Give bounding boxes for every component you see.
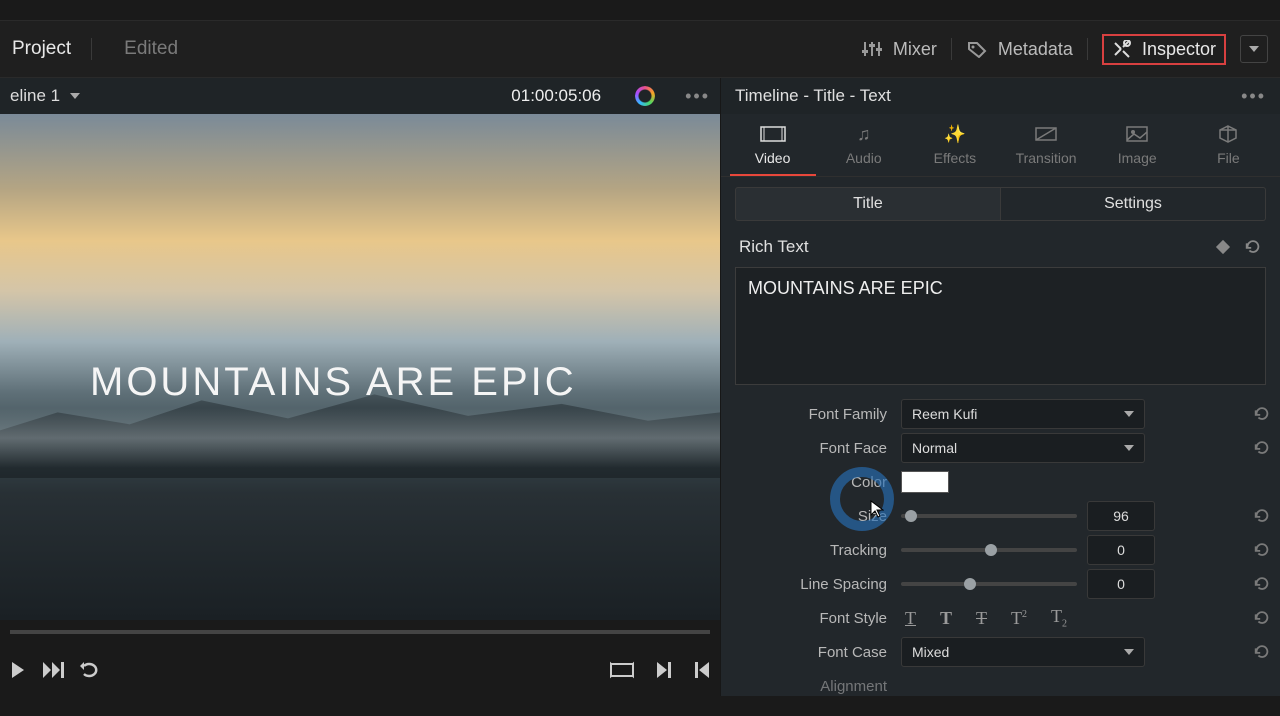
video-icon <box>760 124 786 144</box>
project-title: Project <box>12 38 71 60</box>
safe-area-button[interactable] <box>610 661 634 679</box>
next-button[interactable] <box>42 661 64 679</box>
tab-file[interactable]: File <box>1185 124 1271 176</box>
alignment-label: Alignment <box>721 678 901 695</box>
play-button[interactable] <box>10 661 26 679</box>
section-rich-text[interactable]: Rich Text <box>739 237 809 257</box>
color-label: Color <box>721 474 901 491</box>
cube-icon <box>1218 124 1238 144</box>
font-face-dropdown[interactable]: Normal <box>901 433 1145 463</box>
size-slider[interactable] <box>901 514 1077 518</box>
tab-image-label: Image <box>1118 150 1157 166</box>
scrub-track[interactable] <box>10 630 710 634</box>
font-case-label: Font Case <box>721 644 901 661</box>
tab-video[interactable]: Video <box>730 124 816 176</box>
inspector-label: Inspector <box>1142 39 1216 60</box>
tracking-reset[interactable] <box>1244 541 1280 559</box>
separator <box>1087 38 1088 60</box>
tab-transition-label: Transition <box>1016 150 1077 166</box>
step-forward-button[interactable] <box>656 661 672 679</box>
font-case-value: Mixed <box>912 644 949 660</box>
viewer[interactable]: MOUNTAINS ARE EPIC <box>0 114 720 620</box>
title-overlay: MOUNTAINS ARE EPIC <box>90 360 577 405</box>
metadata-label: Metadata <box>998 39 1073 60</box>
font-style-reset[interactable] <box>1244 609 1280 627</box>
line-spacing-field[interactable]: 0 <box>1087 569 1155 599</box>
metadata-button[interactable]: Metadata <box>966 39 1073 60</box>
transition-icon <box>1035 124 1057 144</box>
loop-button[interactable] <box>80 661 102 679</box>
subscript-icon[interactable]: T2 <box>1051 606 1067 630</box>
mixer-button[interactable]: Mixer <box>861 39 937 60</box>
inspector-header: Timeline - Title - Text <box>735 86 891 106</box>
font-family-dropdown[interactable]: Reem Kufi <box>901 399 1145 429</box>
tab-audio-label: Audio <box>846 150 882 166</box>
font-face-label: Font Face <box>721 440 901 457</box>
line-spacing-reset[interactable] <box>1244 575 1280 593</box>
font-family-value: Reem Kufi <box>912 406 977 422</box>
font-case-dropdown[interactable]: Mixed <box>901 637 1145 667</box>
superscript-icon[interactable]: T2 <box>1011 608 1027 629</box>
font-face-value: Normal <box>912 440 957 456</box>
tag-icon <box>966 40 988 58</box>
sliders-icon <box>861 40 883 58</box>
inspector-more-icon[interactable]: ••• <box>1241 86 1266 107</box>
bold-icon[interactable]: T <box>940 608 952 629</box>
separator <box>951 38 952 60</box>
line-spacing-label: Line Spacing <box>721 576 901 593</box>
font-style-label: Font Style <box>721 610 901 627</box>
timeline-dropdown-icon[interactable] <box>70 93 80 99</box>
font-face-reset[interactable] <box>1244 439 1280 457</box>
timeline-name[interactable]: eline 1 <box>10 86 60 106</box>
timecode[interactable]: 01:00:05:06 <box>511 86 601 106</box>
tab-file-label: File <box>1217 150 1240 166</box>
font-family-label: Font Family <box>721 406 901 423</box>
tab-effects-label: Effects <box>934 150 977 166</box>
tab-audio[interactable]: ♫ Audio <box>821 124 907 176</box>
rich-text-input[interactable]: MOUNTAINS ARE EPIC <box>735 267 1266 385</box>
line-spacing-slider[interactable] <box>901 582 1077 586</box>
size-field[interactable]: 96 <box>1087 501 1155 531</box>
underline-icon[interactable]: T <box>905 608 916 629</box>
chevron-down-icon <box>1249 46 1259 52</box>
size-label: Size <box>721 508 901 525</box>
tracking-slider[interactable] <box>901 548 1077 552</box>
step-back-button[interactable] <box>694 661 710 679</box>
expand-button[interactable] <box>1240 35 1268 63</box>
mixer-label: Mixer <box>893 39 937 60</box>
mode-settings[interactable]: Settings <box>1001 187 1266 221</box>
music-icon: ♫ <box>857 124 871 144</box>
image-icon <box>1126 124 1148 144</box>
tab-image[interactable]: Image <box>1094 124 1180 176</box>
font-case-reset[interactable] <box>1244 643 1280 661</box>
wand-icon: ✨ <box>944 124 966 144</box>
keyframe-icon[interactable] <box>1216 240 1230 254</box>
strike-icon[interactable]: T <box>976 608 987 629</box>
project-status: Edited <box>124 38 178 60</box>
color-swatch[interactable] <box>901 471 949 493</box>
tab-transition[interactable]: Transition <box>1003 124 1089 176</box>
font-family-reset[interactable] <box>1244 405 1280 423</box>
tab-video-label: Video <box>755 150 791 166</box>
size-reset[interactable] <box>1244 507 1280 525</box>
inspector-button[interactable]: Inspector <box>1102 34 1226 65</box>
reset-icon[interactable] <box>1244 238 1262 256</box>
tracking-label: Tracking <box>721 542 901 559</box>
separator <box>91 38 92 60</box>
tracking-field[interactable]: 0 <box>1087 535 1155 565</box>
tools-icon <box>1112 40 1132 58</box>
tab-effects[interactable]: ✨ Effects <box>912 124 998 176</box>
color-wheel-icon[interactable] <box>635 86 655 106</box>
more-options-icon[interactable]: ••• <box>685 86 710 107</box>
mode-title[interactable]: Title <box>735 187 1001 221</box>
